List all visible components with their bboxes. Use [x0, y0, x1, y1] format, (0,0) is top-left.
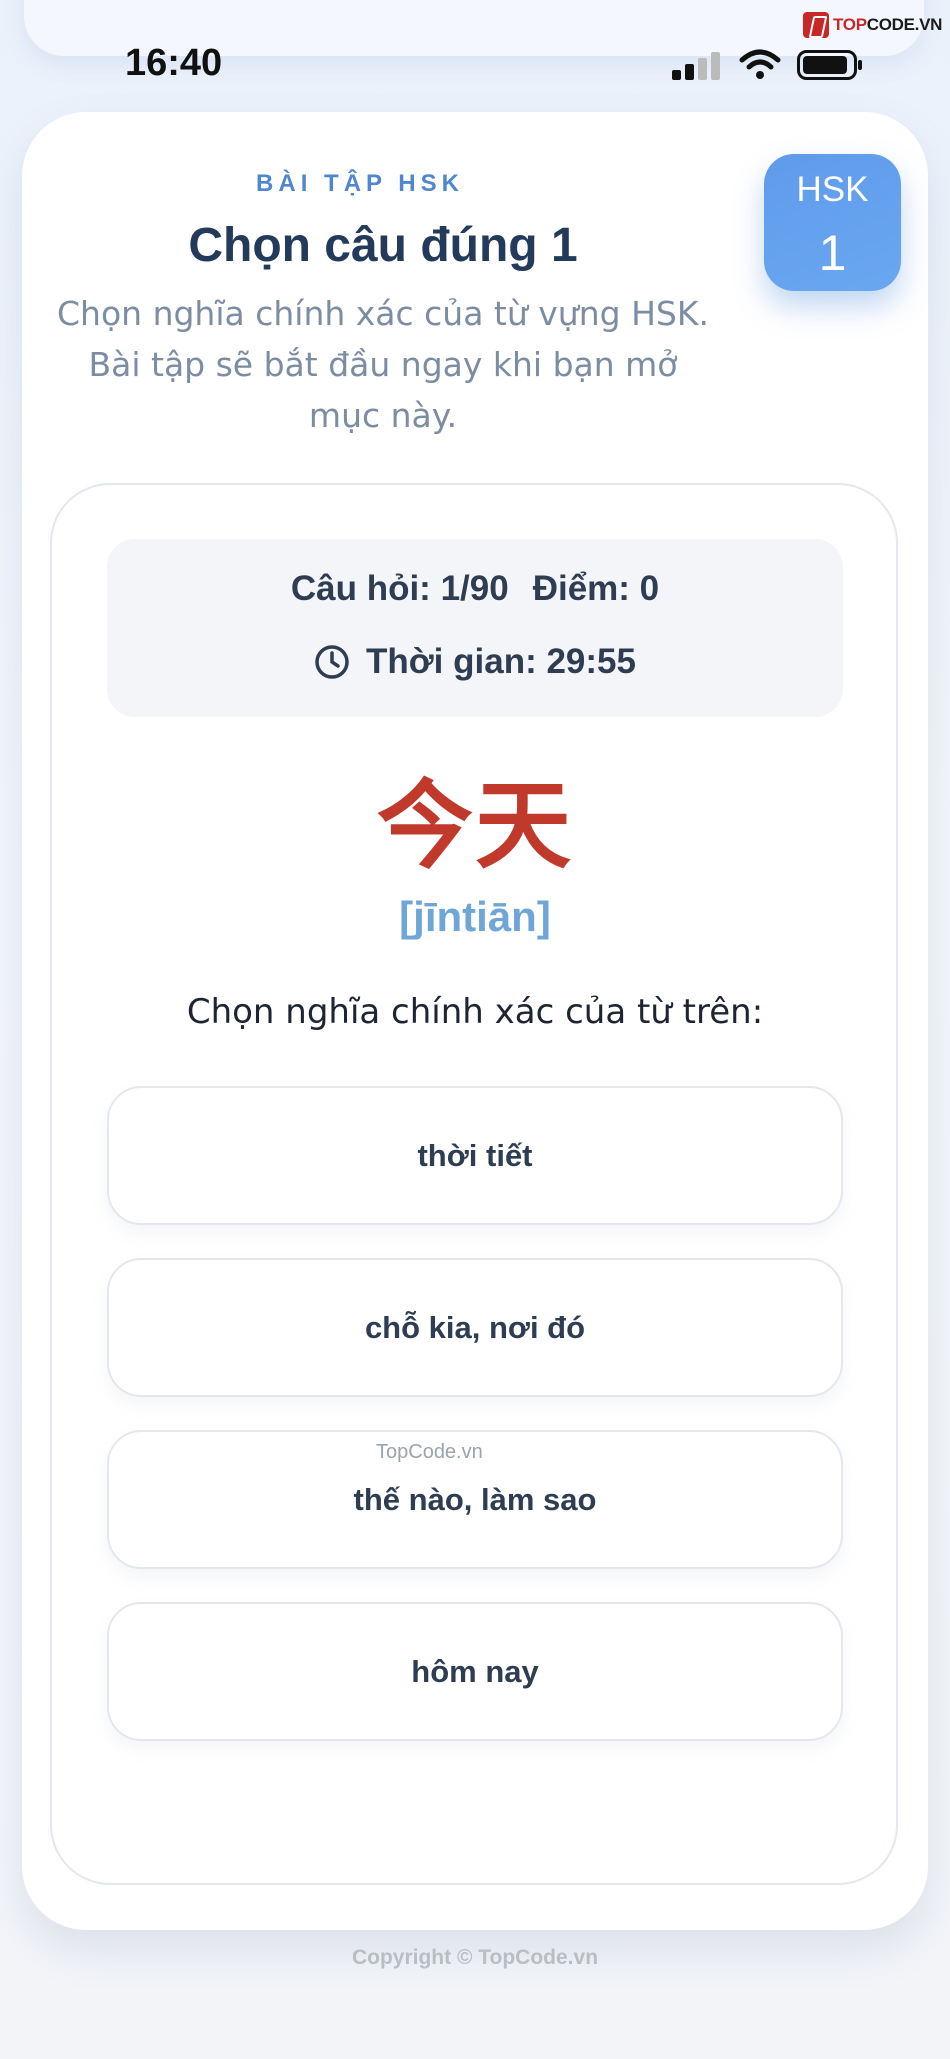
- page-kicker: BÀI TẬP HSK: [256, 170, 464, 197]
- question-counter: Câu hỏi: 1/90: [290, 569, 509, 608]
- page-title: Chọn câu đúng 1: [188, 219, 578, 272]
- answer-option-4[interactable]: hôm nay: [107, 1602, 843, 1741]
- chinese-word: 今天: [377, 770, 573, 882]
- watermark-text: TopCode.vn: [376, 1441, 483, 1463]
- page-description: Chọn nghĩa chính xác của từ vựng HSK. Bà…: [57, 294, 709, 435]
- score-counter: Điểm: 0: [532, 569, 660, 608]
- hsk-level-badge: HSK 1: [764, 154, 901, 291]
- progress-line: Câu hỏi: 1/90 Điểm: 0: [107, 569, 843, 609]
- hsk-badge-level: 1: [818, 225, 847, 281]
- clock-icon: [315, 645, 349, 679]
- cellular-signal-icon: [672, 52, 724, 80]
- answer-option-1[interactable]: thời tiết: [107, 1086, 843, 1225]
- hsk-badge-label: HSK: [796, 170, 869, 209]
- quiz-status-box: Câu hỏi: 1/90 Điểm: 0 Thời gian: 29:55: [107, 539, 843, 717]
- pinyin: [jīntiān]: [399, 893, 551, 940]
- copyright: Copyright © TopCode.vn: [351, 1946, 599, 1969]
- wifi-icon: [739, 49, 781, 79]
- status-bar: 16:40: [0, 30, 950, 100]
- timer-text: Thời gian: 29:55: [366, 642, 636, 681]
- battery-icon: [797, 50, 862, 80]
- status-time: 16:40: [125, 42, 223, 84]
- timer-line: Thời gian: 29:55: [107, 642, 843, 682]
- answer-option-2[interactable]: chỗ kia, nơi đó: [107, 1258, 843, 1397]
- question-prompt: Chọn nghĩa chính xác của từ trên:: [186, 992, 764, 1032]
